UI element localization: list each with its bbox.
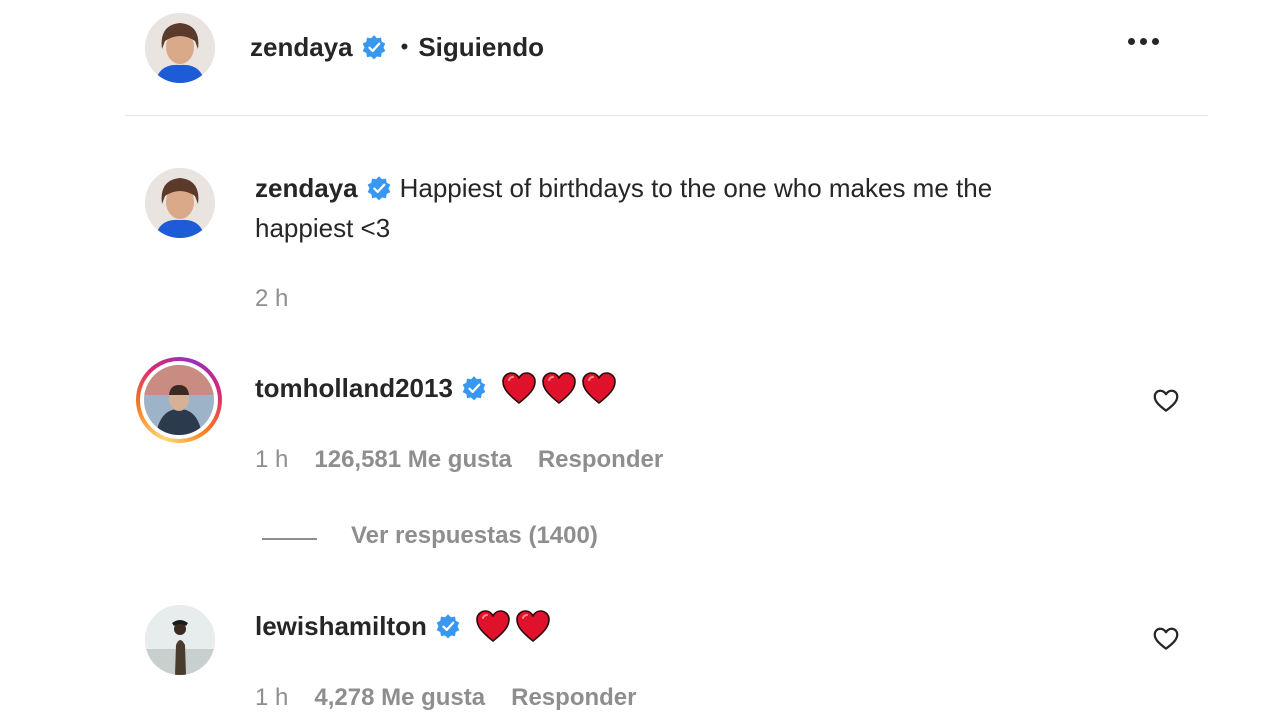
- follow-status-button[interactable]: Siguiendo: [418, 32, 544, 63]
- comment-likes-count[interactable]: 126,581 Me gusta: [314, 446, 511, 474]
- comment-hearts: [501, 371, 621, 405]
- caption-username[interactable]: zendaya: [255, 173, 358, 204]
- replies-divider-line: [262, 538, 317, 540]
- header-separator: •: [400, 34, 409, 59]
- comment-meta-lewishamilton: 1 h 4,278 Me gusta Responder: [255, 683, 636, 713]
- header-divider: [125, 115, 1208, 116]
- comment-time: 1 h: [255, 446, 289, 473]
- comment-header-tomholland2013: tomholland2013: [255, 368, 621, 408]
- verified-badge-icon: [435, 613, 461, 639]
- verified-badge-icon: [366, 175, 392, 201]
- comment-username[interactable]: tomholland2013: [255, 373, 453, 404]
- heart-outline-icon[interactable]: [1151, 623, 1181, 653]
- reply-button[interactable]: Responder: [511, 684, 636, 712]
- view-replies-button[interactable]: Ver respuestas (1400): [351, 522, 598, 550]
- caption-avatar[interactable]: [145, 168, 215, 238]
- red-heart-emoji: [541, 371, 577, 405]
- reply-button[interactable]: Responder: [538, 446, 663, 474]
- comment-avatar-lewishamilton[interactable]: [145, 605, 215, 675]
- comment-avatar-tomholland2013[interactable]: [144, 365, 214, 435]
- story-ring[interactable]: [136, 357, 222, 443]
- caption-text-line1: Happiest of birthdays to the one who mak…: [399, 173, 993, 203]
- caption-block: zendaya Happiest of birthdays to the one…: [255, 168, 1155, 248]
- red-heart-emoji: [475, 609, 511, 643]
- comment-time: 1 h: [255, 684, 289, 711]
- comment-likes-count[interactable]: 4,278 Me gusta: [314, 684, 485, 712]
- comment-meta-tomholland2013: 1 h 126,581 Me gusta Responder: [255, 445, 663, 475]
- verified-badge-icon: [461, 375, 487, 401]
- comment-header-lewishamilton: lewishamilton: [255, 606, 555, 646]
- red-heart-emoji: [581, 371, 617, 405]
- red-heart-emoji: [501, 371, 537, 405]
- verified-badge-icon: [361, 34, 387, 60]
- red-heart-emoji: [515, 609, 551, 643]
- comment-hearts: [475, 609, 555, 643]
- header-avatar[interactable]: [145, 13, 215, 83]
- heart-outline-icon[interactable]: [1151, 385, 1181, 415]
- caption-text-line2: happiest <3: [255, 213, 391, 243]
- header-username[interactable]: zendaya: [250, 32, 353, 63]
- header-user-line: zendaya • Siguiendo: [250, 29, 544, 65]
- caption-time: 2 h: [255, 285, 289, 312]
- more-options-icon[interactable]: [1128, 38, 1159, 45]
- comment-username[interactable]: lewishamilton: [255, 611, 427, 642]
